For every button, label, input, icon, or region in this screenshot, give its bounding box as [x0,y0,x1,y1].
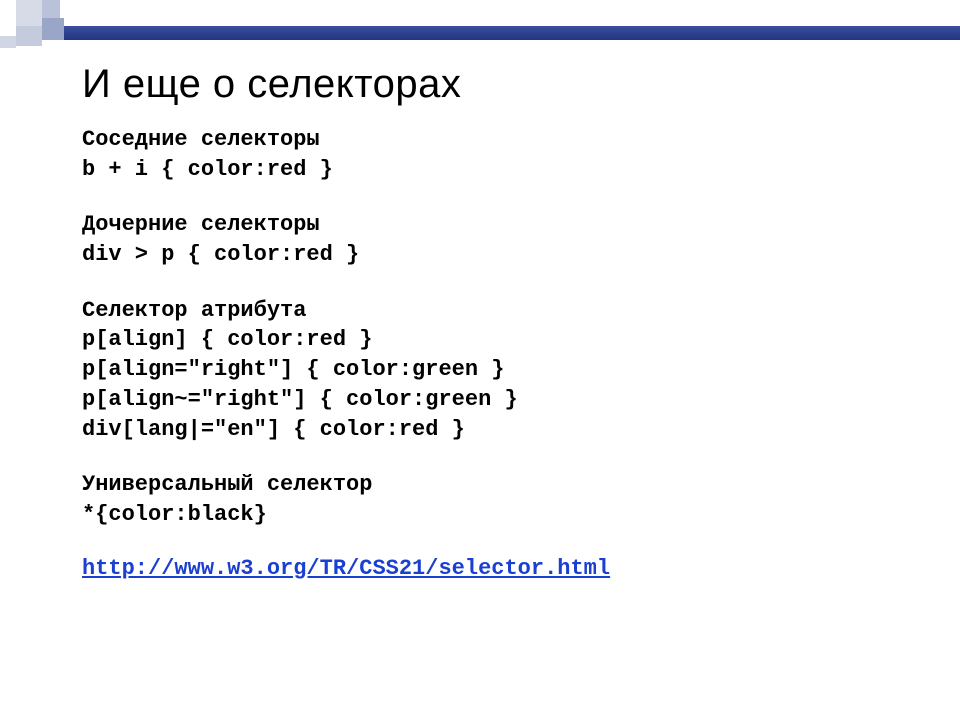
section-heading: Соседние селекторы [82,125,920,155]
deco-square [16,26,42,46]
section-child: Дочерние селекторы div > p { color:red } [82,210,920,269]
code-line: b + i { color:red } [82,155,920,185]
section-universal: Универсальный селектор *{color:black} [82,470,920,529]
code-line: p[align] { color:red } [82,325,920,355]
slide-content: И еще о селекторах Соседние селекторы b … [82,62,920,581]
deco-square [42,18,64,40]
code-line: div[lang|="en"] { color:red } [82,415,920,445]
header-bar [64,26,960,40]
deco-square [42,0,60,18]
code-line: div > p { color:red } [82,240,920,270]
section-attribute: Селектор атрибута p[align] { color:red }… [82,296,920,444]
code-line: *{color:black} [82,500,920,530]
slide-title: И еще о селекторах [82,62,920,107]
section-heading: Селектор атрибута [82,296,920,326]
reference-link[interactable]: http://www.w3.org/TR/CSS21/selector.html [82,556,610,581]
slide: И еще о селекторах Соседние селекторы b … [0,0,960,720]
code-line: p[align~="right"] { color:green } [82,385,920,415]
section-heading: Универсальный селектор [82,470,920,500]
section-adjacent: Соседние селекторы b + i { color:red } [82,125,920,184]
deco-square [0,36,16,48]
deco-square [16,0,42,26]
reference-link-block: http://www.w3.org/TR/CSS21/selector.html [82,556,920,581]
section-heading: Дочерние селекторы [82,210,920,240]
code-line: p[align="right"] { color:green } [82,355,920,385]
